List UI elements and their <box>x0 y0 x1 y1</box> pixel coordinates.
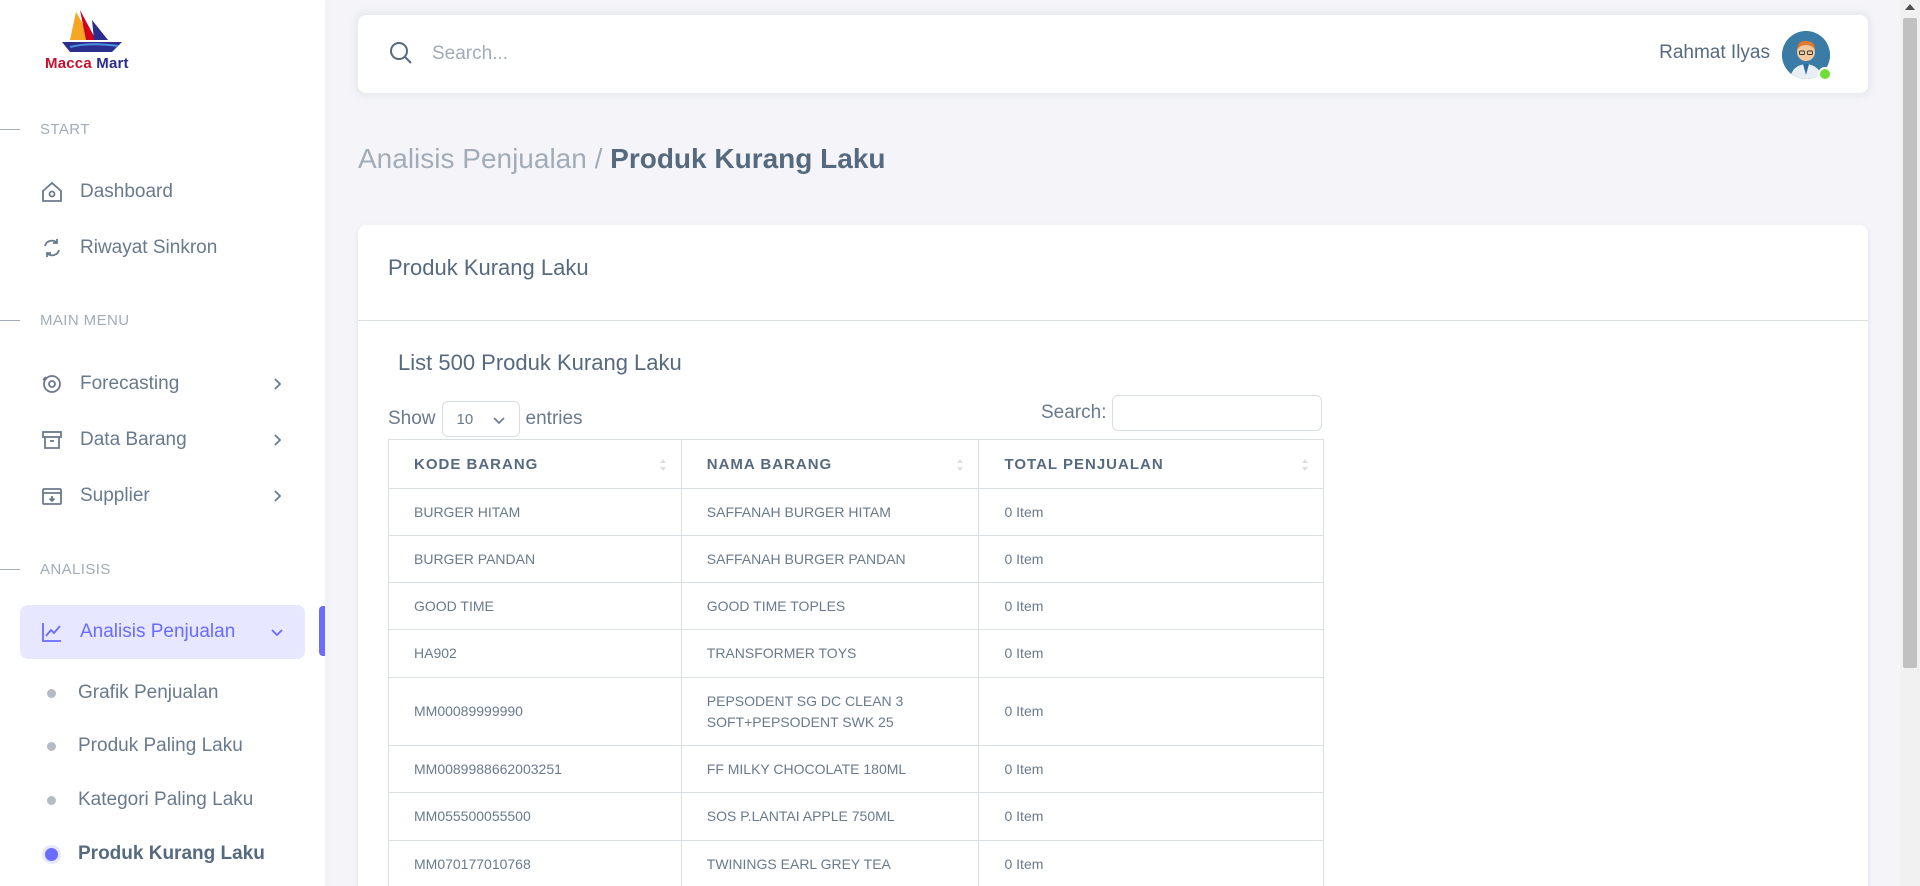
section-header-main-menu: Main Menu <box>0 310 129 330</box>
cell-kode: HA902 <box>388 629 682 678</box>
forecast-icon <box>40 372 64 396</box>
sidebar-item-label: Data Barang <box>80 429 187 450</box>
sort-icon <box>1302 459 1308 471</box>
top-navbar: Rahmat Ilyas <box>358 15 1868 93</box>
sidebar-item-label: Supplier <box>80 485 150 506</box>
ship-icon <box>62 10 122 52</box>
cell-nama: GOOD TIME TOPLES <box>680 582 980 630</box>
column-header-nama-barang[interactable]: NAMA BARANG <box>680 439 980 489</box>
cell-kode: MM070177010768 <box>388 840 682 886</box>
sort-icon <box>957 459 964 471</box>
cell-nama: PEPSODENT SG DC CLEAN 3 SOFT+PEPSODENT S… <box>680 677 980 746</box>
sidebar-subitem-produk-kurang-laku[interactable]: Produk Kurang Laku <box>40 839 265 869</box>
table-row: BURGER HITAM SAFFANAH BURGER HITAM 0 Ite… <box>388 488 1324 536</box>
table-row: BURGER PANDAN SAFFANAH BURGER PANDAN 0 I… <box>388 535 1324 583</box>
sidebar-subitem-produk-paling-laku[interactable]: Produk Paling Laku <box>40 731 243 761</box>
cell-nama: SAFFANAH BURGER PANDAN <box>680 535 980 583</box>
chevron-right-icon <box>274 490 282 502</box>
search-icon <box>390 42 412 64</box>
sidebar-subitem-kategori-paling-laku[interactable]: Kategori Paling Laku <box>40 785 253 815</box>
cell-total: 0 Item <box>978 792 1324 841</box>
box-icon <box>40 484 64 508</box>
archive-icon <box>40 428 64 452</box>
cell-kode: GOOD TIME <box>388 582 682 630</box>
sidebar-subitem-grafik-penjualan[interactable]: Grafik Penjualan <box>40 678 218 708</box>
sidebar-item-analisis-penjualan[interactable]: Analisis Penjualan <box>20 605 305 659</box>
table-row: MM00089999990 PEPSODENT SG DC CLEAN 3 SO… <box>388 677 1324 746</box>
bullet-icon <box>47 795 56 805</box>
cell-nama: TRANSFORMER TOYS <box>680 629 980 678</box>
page-title: Produk Kurang Laku <box>610 143 886 174</box>
home-icon <box>40 180 64 204</box>
products-table: KODE BARANG NAMA BARANG TOTAL PENJUALAN … <box>388 439 1324 886</box>
active-indicator <box>319 606 325 656</box>
sort-icon <box>659 459 666 471</box>
page-scrollbar[interactable] <box>1900 0 1920 886</box>
cell-nama: TWININGS EARL GREY TEA <box>680 840 980 886</box>
table-row: GOOD TIME GOOD TIME TOPLES 0 Item <box>388 582 1324 630</box>
breadcrumb: Analisis Penjualan / Produk Kurang Laku <box>358 143 886 175</box>
scroll-up-arrow-icon[interactable] <box>1905 4 1915 10</box>
sidebar-item-data-barang[interactable]: Data Barang <box>20 414 305 466</box>
sidebar-item-riwayat-sinkron[interactable]: Riwayat Sinkron <box>20 222 305 274</box>
cell-nama: SAFFANAH BURGER HITAM <box>680 488 980 536</box>
sidebar-item-supplier[interactable]: Supplier <box>20 470 305 522</box>
sidebar-item-label: Riwayat Sinkron <box>80 237 218 258</box>
cell-total: 0 Item <box>978 677 1324 746</box>
cell-total: 0 Item <box>978 488 1324 536</box>
chevron-right-icon <box>274 434 282 446</box>
brand-name: Macca Mart <box>45 55 129 72</box>
cell-nama: FF MILKY CHOCOLATE 180ML <box>680 745 980 793</box>
entries-select[interactable]: 10 <box>441 401 520 437</box>
cell-kode: BURGER PANDAN <box>388 535 682 583</box>
card-divider <box>358 320 1868 321</box>
table-row: MM055500055500 SOS P.LANTAI APPLE 750ML … <box>388 792 1324 841</box>
card-title: Produk Kurang Laku <box>388 255 589 280</box>
cell-total: 0 Item <box>978 582 1324 630</box>
section-header-start: Start <box>0 119 90 139</box>
bullet-icon <box>45 847 58 861</box>
brand-logo[interactable]: Macca Mart <box>40 6 140 76</box>
user-name: Rahmat Ilyas <box>1659 42 1770 63</box>
section-header-analisis: Analisis <box>0 559 111 579</box>
table-row: MM070177010768 TWININGS EARL GREY TEA 0 … <box>388 840 1324 886</box>
online-status-icon <box>1818 67 1832 81</box>
entries-length-control: Show 10 entries <box>388 401 583 437</box>
sidebar-item-forecasting[interactable]: Forecasting <box>20 358 305 410</box>
cell-total: 0 Item <box>978 840 1324 886</box>
chevron-right-icon <box>274 378 282 390</box>
sidebar: Macca Mart Start Dashboard Riwayat Sinkr… <box>0 0 325 886</box>
cell-nama: SOS P.LANTAI APPLE 750ML <box>680 792 980 841</box>
sidebar-item-label: Dashboard <box>80 181 173 202</box>
sync-icon <box>40 236 64 260</box>
sidebar-item-label: Forecasting <box>80 373 180 394</box>
line-chart-icon <box>40 620 64 644</box>
search-input[interactable] <box>432 39 1032 69</box>
cell-total: 0 Item <box>978 745 1324 793</box>
cell-kode: MM055500055500 <box>388 792 682 841</box>
table-search-input[interactable] <box>1112 395 1323 431</box>
table-row: MM0089988662003251 FF MILKY CHOCOLATE 18… <box>388 745 1324 793</box>
bullet-icon <box>47 688 56 698</box>
table-row: HA902 TRANSFORMER TOYS 0 Item <box>388 629 1324 678</box>
cell-kode: MM00089999990 <box>388 677 682 746</box>
table-search: Search: <box>1041 395 1323 431</box>
cell-kode: BURGER HITAM <box>388 488 682 536</box>
table-header-row: KODE BARANG NAMA BARANG TOTAL PENJUALAN <box>388 439 1324 489</box>
scrollbar-thumb[interactable] <box>1903 18 1917 668</box>
breadcrumb-parent[interactable]: Analisis Penjualan / <box>358 143 602 174</box>
column-header-kode-barang[interactable]: KODE BARANG <box>388 439 682 489</box>
content-card: Produk Kurang Laku List 500 Produk Kuran… <box>358 225 1868 886</box>
sidebar-item-label: Analisis Penjualan <box>80 621 236 642</box>
cell-total: 0 Item <box>978 535 1324 583</box>
column-header-total-penjualan[interactable]: TOTAL PENJUALAN <box>978 439 1324 489</box>
chevron-down-icon <box>492 417 505 425</box>
chevron-down-icon <box>271 629 283 637</box>
cell-total: 0 Item <box>978 629 1324 678</box>
sidebar-item-dashboard[interactable]: Dashboard <box>20 166 305 218</box>
list-title: List 500 Produk Kurang Laku <box>398 350 682 375</box>
cell-kode: MM0089988662003251 <box>388 745 682 793</box>
bullet-icon <box>47 741 56 751</box>
